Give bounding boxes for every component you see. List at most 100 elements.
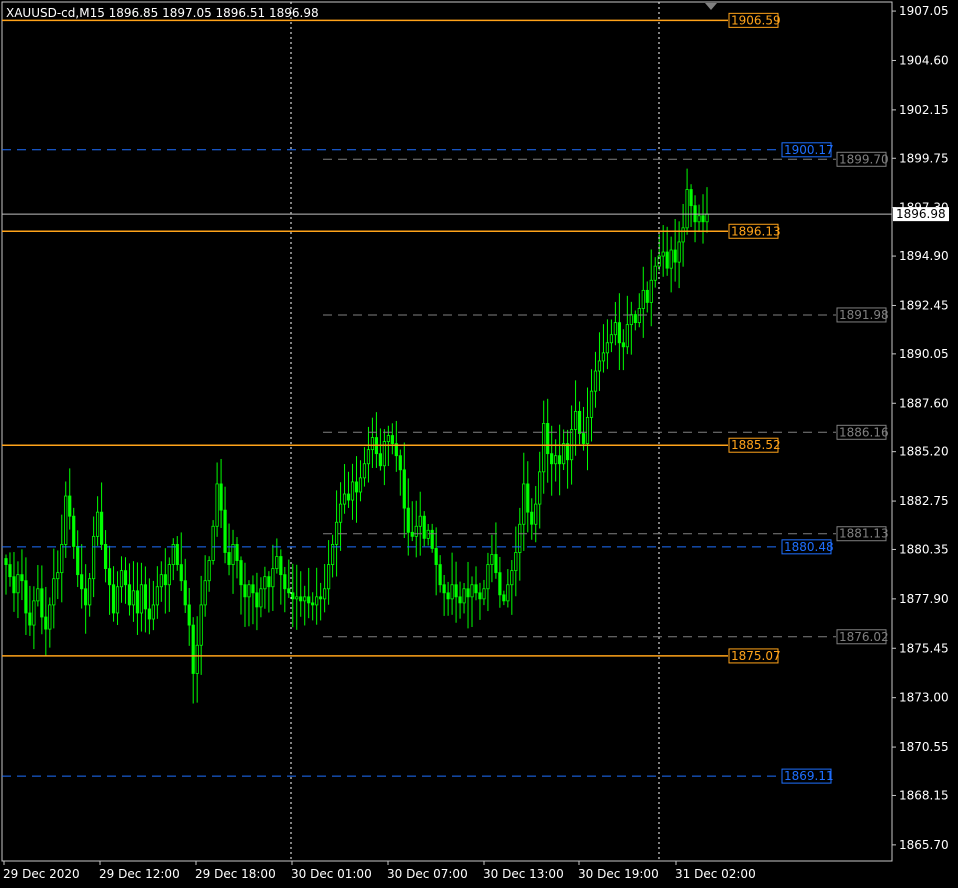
candle [342, 464, 347, 514]
y-tick-label: 1892.45 [899, 298, 949, 312]
y-tick-label: 1873.00 [899, 691, 949, 705]
candle [653, 257, 657, 288]
candle [127, 563, 132, 616]
y-tick-label: 1899.75 [899, 151, 949, 165]
level-label: 1880.48 [784, 540, 834, 554]
y-tick-label: 1902.15 [899, 103, 949, 117]
candle [32, 586, 36, 650]
candle [207, 556, 211, 592]
level-label: 1896.13 [731, 224, 781, 238]
candle [60, 514, 64, 603]
candle [159, 561, 163, 602]
candle [163, 548, 167, 614]
level-label: 1875.07 [731, 649, 781, 663]
candle [514, 526, 518, 597]
level-label: 1869.11 [784, 769, 834, 783]
level-label: 1876.02 [839, 630, 889, 644]
candle [111, 566, 116, 622]
candle [522, 452, 526, 551]
candle [450, 552, 454, 615]
candle [693, 195, 697, 243]
candle [20, 549, 24, 601]
candle [685, 168, 689, 235]
candle [466, 561, 470, 629]
candle [370, 417, 375, 468]
candle [76, 530, 80, 588]
y-tick-label: 1880.35 [899, 542, 949, 556]
x-tick-label: 30 Dec 07:00 [387, 867, 468, 881]
candle [271, 544, 275, 611]
y-tick-label: 1870.55 [899, 740, 949, 754]
candle [279, 549, 283, 605]
candle [303, 585, 307, 626]
candle [227, 523, 231, 576]
candle [147, 578, 151, 635]
candle [263, 566, 267, 609]
candle [115, 571, 120, 626]
candle [605, 319, 610, 370]
candle [478, 582, 482, 620]
candle [219, 458, 223, 528]
y-tick-label: 1885.20 [899, 445, 949, 459]
candle [44, 586, 48, 656]
candle [299, 571, 303, 617]
candle [402, 442, 406, 539]
candle [307, 567, 311, 619]
candle [139, 562, 144, 632]
candle [334, 490, 339, 577]
candle [418, 491, 422, 556]
candle [36, 565, 40, 607]
candle [107, 545, 112, 615]
candle [251, 575, 255, 625]
candle [247, 580, 251, 627]
candle [681, 203, 685, 267]
candle [589, 369, 594, 442]
candle [374, 412, 379, 468]
x-tick-label: 30 Dec 13:00 [483, 867, 564, 881]
candle [243, 562, 247, 627]
candle [183, 558, 187, 614]
candle [80, 544, 84, 609]
y-tick-label: 1890.05 [899, 347, 949, 361]
candle [617, 293, 621, 371]
candle [315, 567, 319, 625]
candle [4, 554, 8, 595]
candle [637, 293, 641, 328]
candle [562, 429, 566, 471]
candle [661, 225, 665, 277]
candle [705, 187, 709, 233]
y-tick-label: 1882.75 [899, 494, 949, 508]
candle [625, 295, 629, 355]
price-chart[interactable]: 1907.051904.601902.151899.751897.301894.… [0, 0, 958, 888]
candle [358, 460, 363, 502]
candle [502, 590, 506, 606]
candle [40, 565, 44, 635]
candle [430, 523, 434, 553]
y-tick-label: 1868.15 [899, 788, 949, 802]
chart-shift-icon[interactable] [705, 3, 717, 10]
x-tick-label: 31 Dec 02:00 [675, 867, 756, 881]
candle [12, 552, 16, 612]
candle [191, 617, 195, 704]
level-label: 1891.98 [839, 308, 889, 322]
candle [486, 552, 490, 612]
candle [199, 575, 203, 675]
candle [526, 461, 530, 533]
candle [99, 482, 104, 551]
candle [119, 556, 124, 603]
y-tick-label: 1887.60 [899, 396, 949, 410]
candle [92, 516, 96, 598]
candle [331, 534, 335, 578]
y-tick-label: 1907.05 [899, 4, 949, 18]
candle [346, 471, 351, 508]
candle [72, 507, 76, 559]
candle [414, 500, 418, 558]
candle [438, 555, 442, 593]
candle [394, 420, 398, 472]
candle [581, 406, 586, 451]
candle [48, 597, 52, 648]
candle [494, 522, 498, 579]
candle [398, 449, 402, 496]
candle [239, 556, 243, 615]
candle [123, 557, 128, 604]
